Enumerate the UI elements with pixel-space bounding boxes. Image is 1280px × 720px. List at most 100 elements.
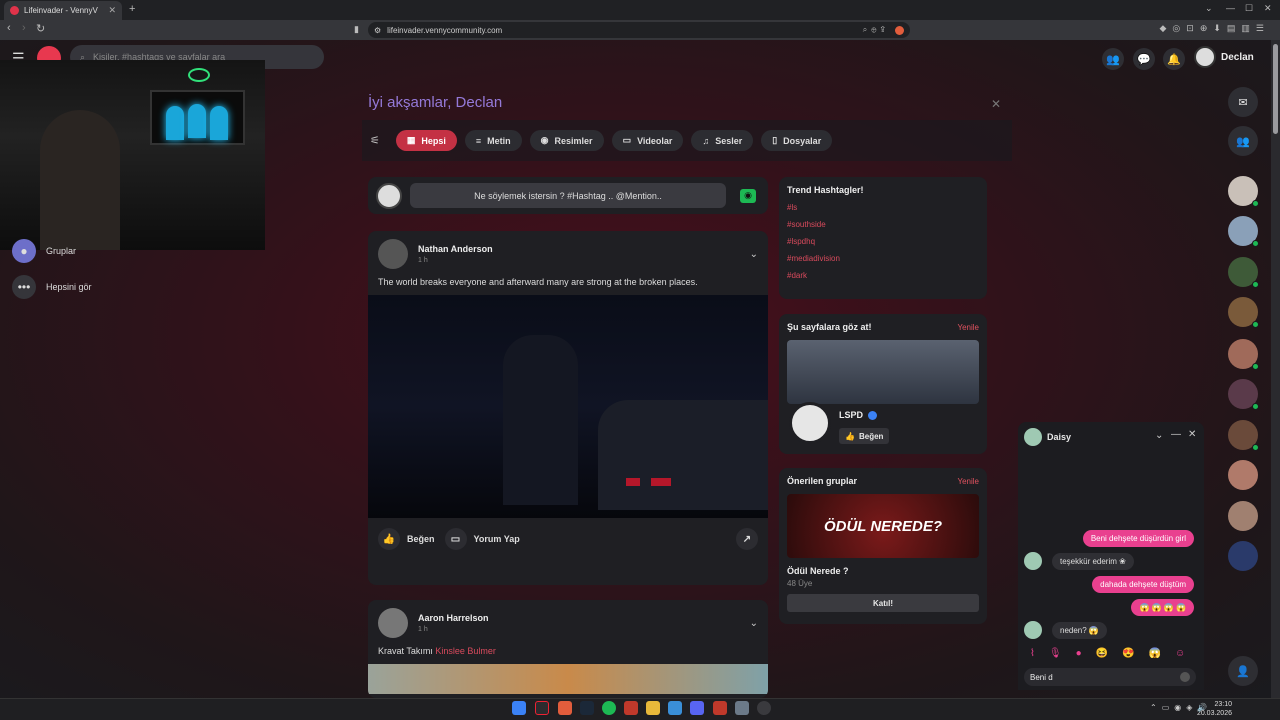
group-banner[interactable]: ÖDÜL NEREDE? [787, 494, 979, 558]
hashtag-link[interactable]: #ls [787, 203, 979, 212]
page-name[interactable]: LSPD [839, 410, 863, 420]
chat-contact-name[interactable]: Daisy [1047, 432, 1071, 442]
back-icon[interactable]: ‹ [7, 22, 11, 34]
taskbar-app-icon[interactable] [624, 701, 638, 715]
color-dot-icon[interactable]: ● [1076, 648, 1082, 659]
lspd-seal-logo[interactable] [789, 402, 831, 444]
emoji-more-icon[interactable]: ☺ [1175, 648, 1185, 659]
steam-icon[interactable] [580, 701, 594, 715]
extensions-icons[interactable]: ◆◎⊡⊕⬇▤▥☰ [1160, 23, 1270, 34]
reload-icon[interactable]: ↻ [36, 22, 45, 35]
taskbar-app-icon[interactable] [757, 701, 771, 715]
filter-text[interactable]: ≡ Metin [464, 130, 522, 151]
chat-message-input[interactable]: Beni d [1024, 668, 1196, 686]
microphone-icon[interactable]: 🎙 [1049, 648, 1062, 659]
filter-settings-icon[interactable]: ⚟ [370, 134, 380, 147]
address-bar[interactable]: ⚙ lifeinvader.vennycommunity.com ⌕⊕⇪ [368, 22, 910, 38]
page-scrollbar[interactable] [1271, 40, 1280, 698]
window-close-icon[interactable]: ✕ [1264, 3, 1272, 14]
hashtag-link[interactable]: #lspdhq [787, 237, 979, 246]
camera-icon[interactable]: ◉ [740, 188, 756, 203]
taskbar-app-icon[interactable] [535, 701, 549, 715]
share-icon[interactable]: ↗ [736, 528, 758, 550]
maximize-icon[interactable]: ☐ [1245, 3, 1253, 14]
emoji-picker-icon[interactable] [1180, 672, 1190, 682]
post-author[interactable]: Aaron Harrelson [418, 613, 489, 623]
pages-refresh-link[interactable]: Yenile [957, 323, 979, 332]
notifications-icon[interactable]: 🔔 [1163, 48, 1185, 70]
contact-avatar[interactable] [1228, 541, 1258, 571]
sidebar-item-see-all[interactable]: ••• Hepsini gör [12, 275, 92, 299]
close-greeting-icon[interactable]: ✕ [991, 97, 1001, 111]
contact-avatar[interactable] [1228, 297, 1259, 328]
contact-avatar[interactable] [1228, 176, 1259, 207]
hashtag-link[interactable]: #dark [787, 271, 979, 280]
browser-tab[interactable]: Lifeinvader - VennyV ✕ [4, 1, 122, 20]
filter-files[interactable]: ▯ Dosyalar [761, 130, 833, 151]
attach-icon[interactable]: ⌇ [1030, 648, 1035, 659]
post-image[interactable] [368, 664, 768, 694]
brave-shield-icon[interactable] [895, 25, 904, 35]
bookmark-icon[interactable]: ▮ [354, 24, 359, 35]
contact-avatar[interactable] [1228, 501, 1258, 531]
forward-icon[interactable]: › [22, 22, 26, 34]
tab-search-icon[interactable]: ⌄ [1205, 3, 1213, 14]
chat-minimize-icon[interactable]: — [1171, 429, 1181, 440]
emoji-love-icon[interactable]: 😍 [1122, 648, 1134, 659]
page-banner[interactable] [787, 340, 979, 404]
author-avatar[interactable] [378, 608, 408, 638]
new-tab-icon[interactable]: + [129, 3, 135, 15]
contact-avatar[interactable] [1228, 460, 1258, 490]
group-name[interactable]: Ödül Nerede ? [787, 566, 979, 576]
brave-browser-icon[interactable] [558, 701, 572, 715]
user-name[interactable]: Declan [1221, 52, 1254, 63]
groups-refresh-link[interactable]: Yenile [957, 477, 979, 486]
scrollbar-thumb[interactable] [1273, 44, 1278, 134]
like-button[interactable]: 👍 Beğen [378, 528, 435, 550]
author-avatar[interactable] [378, 239, 408, 269]
taskbar-app-icon[interactable] [668, 701, 682, 715]
close-tab-icon[interactable]: ✕ [108, 5, 116, 16]
contact-avatar[interactable] [1228, 420, 1259, 451]
chat-collapse-chevron-icon[interactable]: ⌄ [1155, 430, 1163, 441]
join-group-button[interactable]: Katıl! [787, 594, 979, 612]
start-icon[interactable] [512, 701, 526, 715]
post-author[interactable]: Nathan Anderson [418, 244, 493, 254]
new-message-icon[interactable]: ✉ [1228, 87, 1258, 117]
post-image[interactable] [368, 295, 768, 518]
chat-close-icon[interactable]: ✕ [1188, 429, 1196, 440]
settings-icon[interactable] [735, 701, 749, 715]
composer-input[interactable]: Ne söylemek istersin ? #Hashtag .. @Ment… [410, 183, 726, 208]
emoji-shock-icon[interactable]: 😱 [1149, 648, 1161, 659]
file-explorer-icon[interactable] [646, 701, 660, 715]
user-avatar[interactable] [1194, 46, 1216, 68]
messages-icon[interactable]: 💬 [1133, 48, 1155, 70]
post-options-chevron-icon[interactable]: ⌄ [750, 249, 758, 260]
contacts-settings-icon[interactable]: 👤 [1228, 656, 1258, 686]
chat-contact-avatar[interactable] [1024, 428, 1042, 446]
contact-avatar[interactable] [1228, 216, 1259, 247]
filter-all[interactable]: ▦ Hepsi [395, 130, 457, 151]
contact-avatar[interactable] [1228, 379, 1259, 410]
comment-button[interactable]: ▭ Yorum Yap [444, 528, 520, 550]
discord-icon[interactable] [690, 701, 704, 715]
filter-audio[interactable]: ♫ Sesler [691, 130, 754, 151]
friends-icon[interactable]: 👥 [1102, 48, 1124, 70]
hashtag-link[interactable]: #mediadivision [787, 254, 979, 263]
post-options-chevron-icon[interactable]: ⌄ [750, 618, 758, 629]
sidebar-item-groups[interactable]: ● Gruplar [12, 239, 76, 263]
site-info-icon[interactable]: ⚙ [374, 26, 381, 35]
address-bar-tools-icon[interactable]: ⌕⊕⇪ [863, 25, 889, 35]
contact-avatar[interactable] [1228, 257, 1259, 288]
taskbar-app-icon[interactable] [713, 701, 727, 715]
minimize-icon[interactable]: — [1226, 3, 1235, 13]
post-mention[interactable]: Kinslee Bulmer [435, 646, 496, 656]
emoji-laugh-icon[interactable]: 😆 [1096, 648, 1108, 659]
contact-avatar[interactable] [1228, 339, 1259, 370]
add-friend-icon[interactable]: 👥 [1228, 126, 1258, 156]
filter-images[interactable]: ◉ Resimler [529, 130, 604, 151]
spotify-icon[interactable] [602, 701, 616, 715]
filter-videos[interactable]: ▭ Videolar [611, 130, 684, 151]
hashtag-link[interactable]: #southside [787, 220, 979, 229]
taskbar-clock[interactable]: 23:10 20.03.2026 [1197, 700, 1232, 718]
